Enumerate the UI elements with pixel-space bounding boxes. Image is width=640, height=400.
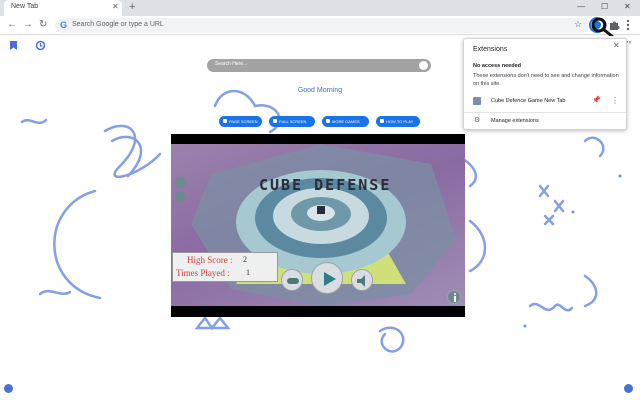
menu-kebab-icon[interactable]: [624, 19, 632, 31]
forward-button[interactable]: →: [23, 19, 33, 31]
high-score-label: High Score :: [187, 255, 233, 265]
extensions-popup-title: Extensions: [473, 46, 508, 53]
speaker-icon: [357, 275, 365, 287]
gear-icon: ⚙: [474, 117, 481, 124]
high-score-value: 2: [243, 255, 247, 264]
settings-gear-icon[interactable]: [4, 384, 13, 393]
puzzle-cube-icon: [473, 97, 481, 105]
extension-more-icon[interactable]: ⋮: [611, 96, 619, 106]
manage-extensions-button[interactable]: ⚙ Manage extensions: [464, 116, 626, 128]
pin-icon[interactable]: 📌: [592, 97, 601, 105]
sound-side-icon[interactable]: [175, 192, 185, 202]
gamepad-icon: [287, 278, 299, 284]
times-played-label: Times Played :: [176, 268, 230, 278]
full-screen-button[interactable]: FULL SCREEN: [269, 116, 315, 127]
info-icon: [454, 293, 456, 302]
omnibox[interactable]: G Search Google or type a URL: [55, 18, 590, 33]
extensions-close-icon[interactable]: ✕: [613, 41, 620, 51]
back-button[interactable]: ←: [7, 19, 17, 31]
close-window-button[interactable]: ✕: [624, 2, 631, 12]
google-icon: G: [60, 20, 68, 30]
extensions-popup: Extensions ✕ No access needed These exte…: [463, 38, 627, 130]
sound-button[interactable]: [351, 269, 373, 291]
help-icon[interactable]: [624, 384, 633, 393]
history-icon[interactable]: [35, 40, 46, 51]
page-screen-button[interactable]: PAGE SCREEN: [219, 116, 262, 127]
extension-item-label: Cube Defence Game New Tab: [491, 98, 566, 104]
game-scene: CUBE DEFENSE High Score : 2 Times Played…: [171, 144, 465, 306]
maximize-button[interactable]: ☐: [601, 2, 608, 12]
more-games-button[interactable]: MORE GAMES: [322, 116, 369, 127]
controls-button[interactable]: [281, 269, 303, 291]
tab-new-tab[interactable]: New Tab ✕: [4, 0, 122, 16]
greeting-text: Good Morning: [297, 87, 343, 94]
page-search-placeholder: Search Here...: [215, 61, 248, 67]
gamepad-side-icon[interactable]: [175, 178, 185, 188]
tab-title: New Tab: [11, 3, 39, 10]
search-icon[interactable]: [419, 61, 428, 70]
info-button[interactable]: [447, 290, 461, 304]
reload-button[interactable]: ↻: [39, 19, 47, 31]
times-played-row: Times Played : 1: [176, 268, 250, 278]
bookmark-icon[interactable]: [9, 40, 18, 51]
play-button[interactable]: [311, 262, 343, 294]
extension-item[interactable]: Cube Defence Game New Tab 📌 ⋮: [464, 95, 626, 108]
manage-extensions-label: Manage extensions: [491, 118, 539, 124]
game-title: CUBE DEFENSE: [259, 176, 392, 194]
game-frame[interactable]: CUBE DEFENSE High Score : 2 Times Played…: [171, 134, 465, 317]
how-to-play-button[interactable]: HOW TO PLAY: [376, 116, 420, 127]
play-icon: [324, 272, 336, 286]
tab-strip: New Tab ✕ + — ☐ ✕: [0, 0, 640, 16]
omnibox-placeholder: Search Google or type a URL: [72, 21, 164, 28]
no-access-heading: No access needed: [473, 63, 521, 69]
page-search-input[interactable]: Search Here...: [207, 59, 431, 72]
times-played-value: 1: [246, 268, 250, 277]
high-score-row: High Score : 2: [187, 255, 247, 265]
extensions-puzzle-icon[interactable]: [608, 19, 620, 31]
extensions-divider: [464, 112, 626, 113]
new-tab-button[interactable]: +: [129, 1, 135, 13]
browser-toolbar: ← → ↻ G Search Google or type a URL ☆: [0, 16, 640, 35]
bookmark-star-icon[interactable]: ☆: [574, 19, 582, 29]
tab-close-icon[interactable]: ✕: [112, 2, 119, 12]
minimize-button[interactable]: —: [577, 2, 585, 12]
score-panel: High Score : 2 Times Played : 1: [172, 252, 278, 282]
no-access-description: These extensions don't need to see and c…: [473, 73, 619, 87]
